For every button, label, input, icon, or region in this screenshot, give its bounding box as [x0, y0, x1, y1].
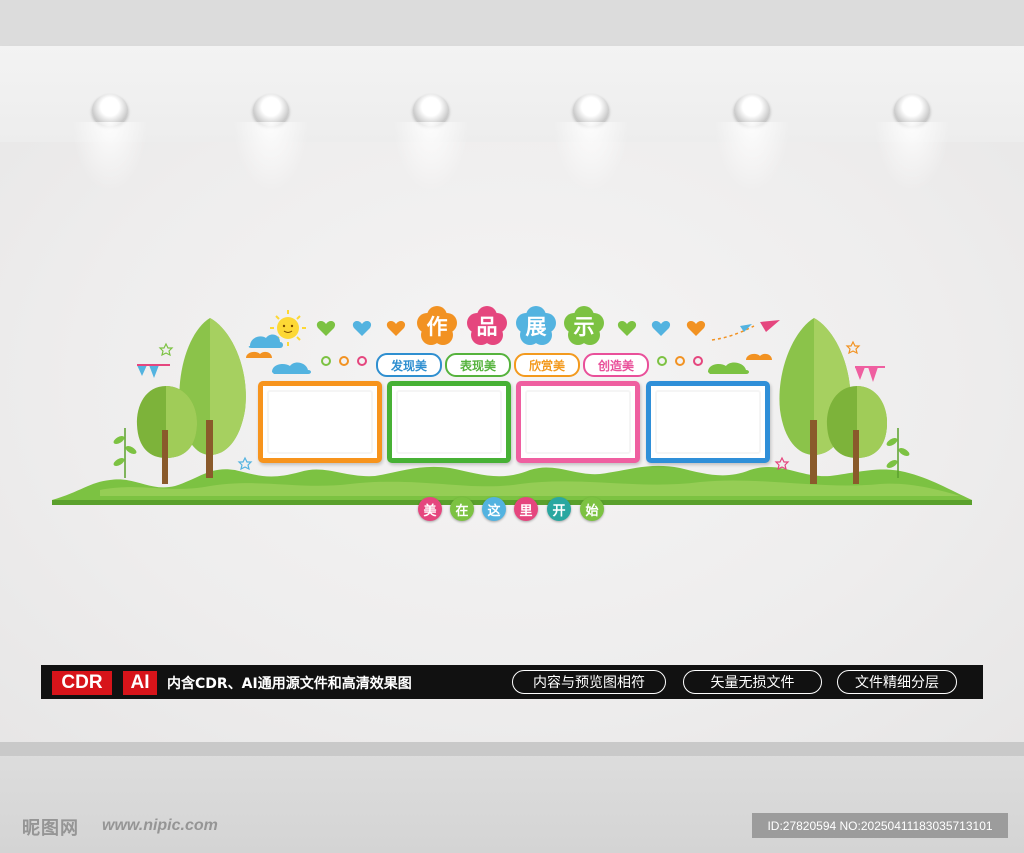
photo-frame	[516, 381, 640, 463]
ring-icon	[357, 356, 367, 366]
heart-icon	[352, 321, 372, 336]
motto-char: 始	[580, 497, 604, 521]
subtitle-pill: 发现美	[376, 353, 442, 377]
cloud-icon	[248, 334, 283, 348]
ring-icon	[675, 356, 685, 366]
photo-frame	[258, 381, 382, 463]
heart-icon	[651, 321, 671, 336]
paper-plane-icon	[760, 320, 780, 332]
star-icon	[237, 456, 253, 471]
star-icon	[774, 456, 790, 471]
heart-icon	[617, 321, 637, 336]
title-char: 品	[467, 306, 507, 346]
watermark-id: ID:27820594 NO:20250411183035713101	[752, 813, 1008, 838]
star-icon	[845, 340, 861, 355]
banner-description: 内含CDR、AI通用源文件和高清效果图	[167, 676, 412, 692]
ring-icon	[657, 356, 667, 366]
cloud-icon	[246, 351, 272, 358]
cdr-badge: CDR	[52, 671, 112, 695]
title-char: 示	[564, 306, 604, 346]
feature-tag: 矢量无损文件	[683, 670, 822, 694]
bunting-icon	[137, 365, 159, 378]
title-char: 作	[417, 306, 457, 346]
feature-tag: 文件精细分层	[837, 670, 957, 694]
bunting-icon	[855, 367, 878, 382]
ring-icon	[693, 356, 703, 366]
heart-icon	[386, 321, 406, 336]
heart-icon	[686, 321, 706, 336]
cloud-icon	[708, 362, 749, 374]
ai-badge: AI	[123, 671, 157, 695]
watermark-url: www.nipic.com	[102, 817, 218, 834]
ring-icon	[339, 356, 349, 366]
photo-frame	[387, 381, 511, 463]
motto-char: 美	[418, 497, 442, 521]
cloud-icon	[272, 362, 311, 374]
motto-char: 里	[514, 497, 538, 521]
motto-char: 这	[482, 497, 506, 521]
watermark-site: 昵图网	[22, 818, 79, 839]
subtitle-pill: 创造美	[583, 353, 649, 377]
motto-char: 在	[450, 497, 474, 521]
subtitle-pill: 表现美	[445, 353, 511, 377]
photo-frame	[646, 381, 770, 463]
cloud-icon	[746, 353, 772, 360]
heart-icon	[316, 321, 336, 336]
star-icon	[158, 342, 174, 357]
board-scenery	[52, 310, 972, 505]
motto-char: 开	[547, 497, 571, 521]
subtitle-pill: 欣赏美	[514, 353, 580, 377]
title-char: 展	[516, 306, 556, 346]
ring-icon	[321, 356, 331, 366]
feature-tag: 内容与预览图相符	[512, 670, 666, 694]
